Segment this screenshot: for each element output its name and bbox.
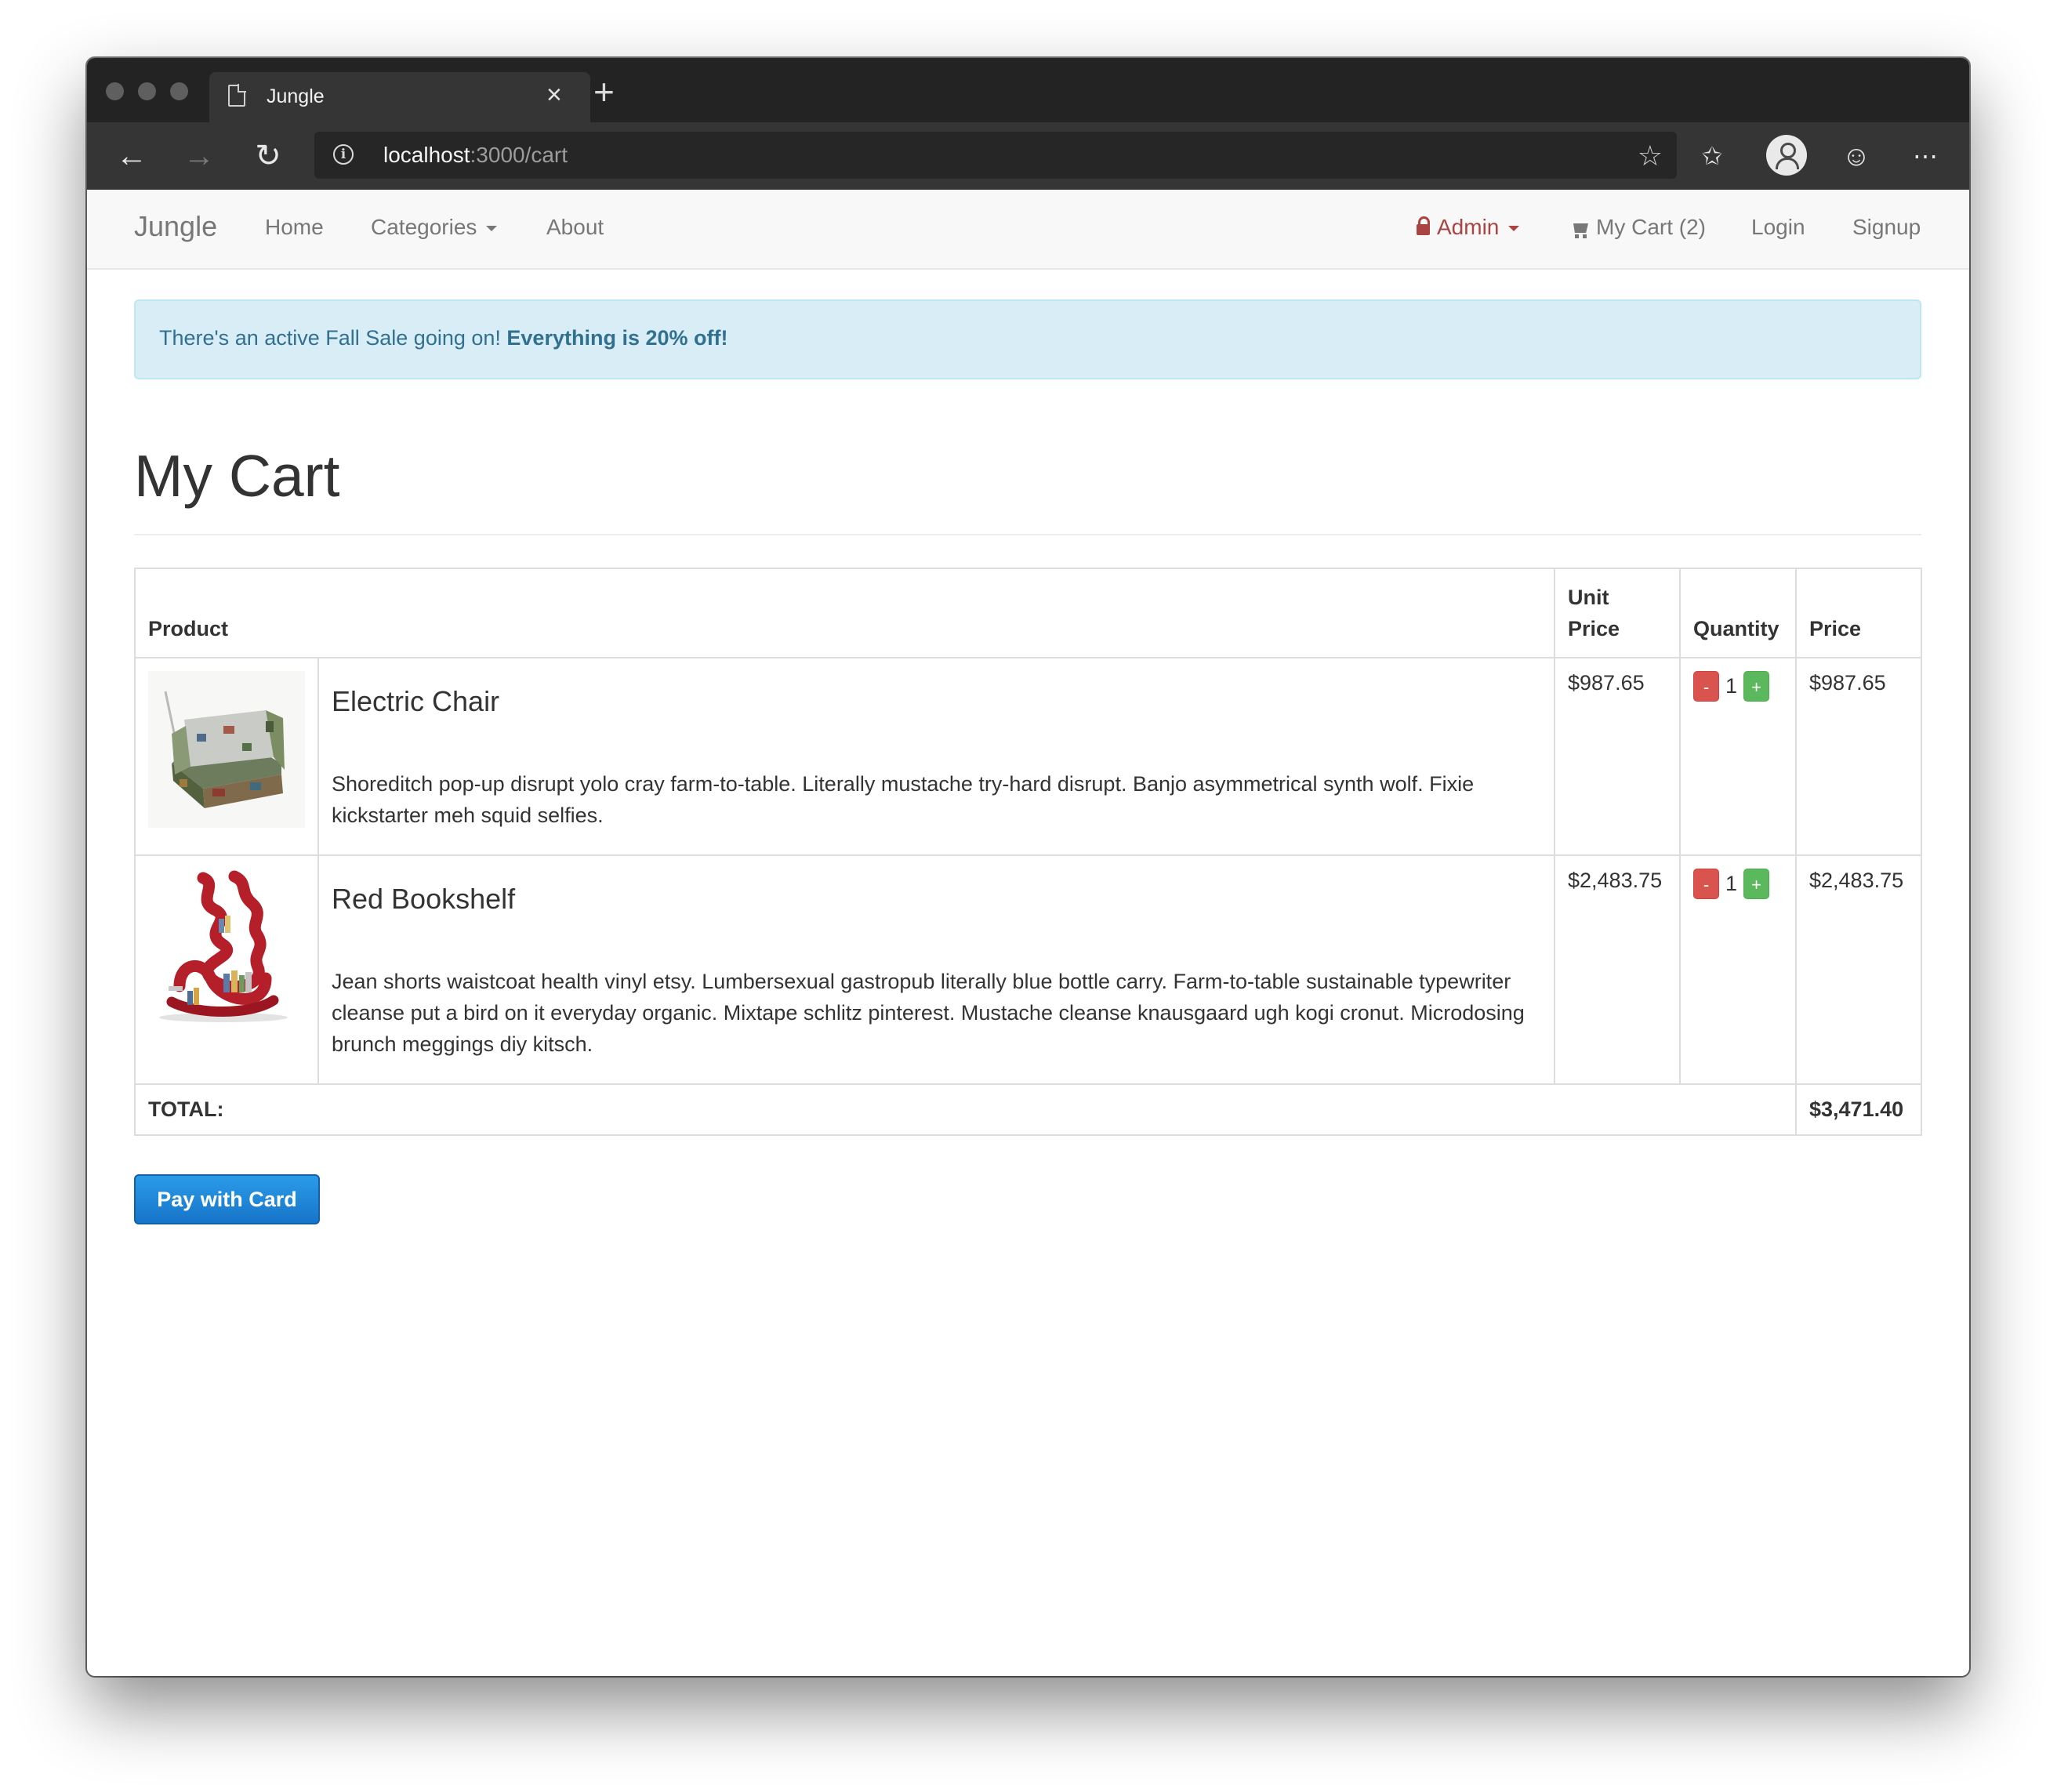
page-title: My Cart (134, 443, 340, 509)
product-thumbnail-cell (134, 854, 319, 1085)
total-row: TOTAL: $3,471.40 (134, 1083, 1922, 1136)
product-details-cell: Red Bookshelf Jean shorts waistcoat heal… (317, 854, 1555, 1085)
window-minimize-dot[interactable] (138, 82, 156, 100)
shopping-cart-icon (1571, 223, 1588, 238)
line-price: $2,483.75 (1795, 854, 1922, 1085)
lock-icon (1417, 216, 1430, 235)
star-icon[interactable]: ☆ (1638, 140, 1663, 172)
profile-avatar-icon[interactable] (1766, 135, 1807, 176)
window-close-dot[interactable] (106, 82, 124, 100)
emoji-feedback-icon[interactable]: ☺ (1837, 136, 1876, 176)
table-row: Electric Chair Shoreditch pop-up disrupt… (134, 657, 1922, 856)
forward-icon[interactable]: → (180, 136, 219, 176)
nav-home[interactable]: Home (265, 215, 324, 240)
product-details-cell: Electric Chair Shoreditch pop-up disrupt… (317, 657, 1555, 856)
alert-text: There's an active Fall Sale going on! (159, 326, 507, 350)
brand-link[interactable]: Jungle (134, 210, 217, 243)
browser-tab[interactable]: Jungle × (209, 72, 590, 122)
info-icon[interactable]: i (333, 144, 354, 165)
quantity-value: 1 (1725, 674, 1738, 698)
window-zoom-dot[interactable] (170, 82, 188, 100)
table-row: Red Bookshelf Jean shorts waistcoat heal… (134, 854, 1922, 1085)
nav-signup[interactable]: Signup (1852, 215, 1921, 240)
back-icon[interactable]: ← (112, 136, 151, 176)
product-name[interactable]: Electric Chair (332, 685, 1541, 718)
unit-price: $2,483.75 (1554, 854, 1681, 1085)
header-product: Product (134, 568, 1555, 658)
browser-window: Jungle × + ← → ↻ i localhost:3000/cart ☆… (87, 58, 1969, 1676)
increase-quantity-button[interactable]: + (1743, 671, 1770, 702)
product-name[interactable]: Red Bookshelf (332, 883, 1541, 916)
decrease-quantity-button[interactable]: - (1693, 869, 1719, 899)
sale-alert: There's an active Fall Sale going on! Ev… (134, 299, 1921, 379)
header-price: Price (1795, 568, 1922, 658)
refresh-icon[interactable]: ↻ (249, 136, 288, 176)
quantity-value: 1 (1725, 872, 1738, 895)
tab-strip: Jungle × + (87, 58, 1969, 122)
quantity-stepper: -1 + (1679, 657, 1797, 856)
url-text: localhost:3000/cart (383, 143, 568, 167)
title-divider (134, 534, 1921, 535)
decrease-quantity-button[interactable]: - (1693, 671, 1719, 702)
caret-down-icon (486, 226, 498, 232)
nav-login[interactable]: Login (1751, 215, 1805, 240)
more-icon[interactable]: ⋯ (1906, 136, 1945, 176)
favorites-icon[interactable]: ✩ (1692, 136, 1732, 176)
address-bar[interactable]: i localhost:3000/cart ☆ (314, 132, 1677, 179)
nav-about[interactable]: About (546, 215, 604, 240)
cart-table: Product Unit Price Quantity Price Electr… (134, 568, 1922, 1136)
increase-quantity-button[interactable]: + (1743, 869, 1770, 899)
nav-categories-dropdown[interactable]: Categories (371, 215, 498, 240)
electric-chair-image[interactable] (148, 671, 305, 828)
red-bookshelf-image[interactable] (148, 869, 305, 1025)
nav-admin-dropdown[interactable]: Admin (1417, 215, 1520, 240)
pay-with-card-button[interactable]: Pay with Card (134, 1174, 320, 1224)
table-header-row: Product Unit Price Quantity Price (134, 568, 1922, 658)
product-description: Jean shorts waistcoat health vinyl etsy.… (332, 970, 1525, 1056)
header-quantity: Quantity (1679, 568, 1797, 658)
alert-bold-text: Everything is 20% off! (506, 326, 728, 350)
browser-toolbar: ← → ↻ i localhost:3000/cart ☆ ✩ ☺ ⋯ (87, 122, 1969, 190)
page-icon (228, 84, 246, 107)
caret-down-icon (1508, 226, 1520, 232)
line-price: $987.65 (1795, 657, 1922, 856)
header-unit-price: Unit Price (1554, 568, 1681, 658)
quantity-stepper: -1 + (1679, 854, 1797, 1085)
product-thumbnail-cell (134, 657, 319, 856)
unit-price: $987.65 (1554, 657, 1681, 856)
site-navbar: Jungle Home Categories About Admin My Ca… (87, 190, 1969, 270)
product-description: Shoreditch pop-up disrupt yolo cray farm… (332, 772, 1475, 827)
total-label: TOTAL: (134, 1083, 1797, 1136)
new-tab-icon[interactable]: + (593, 74, 615, 110)
tab-title: Jungle (267, 85, 325, 107)
total-value: $3,471.40 (1795, 1083, 1922, 1136)
nav-my-cart[interactable]: My Cart (2) (1571, 215, 1706, 240)
close-tab-icon[interactable]: × (546, 82, 562, 108)
